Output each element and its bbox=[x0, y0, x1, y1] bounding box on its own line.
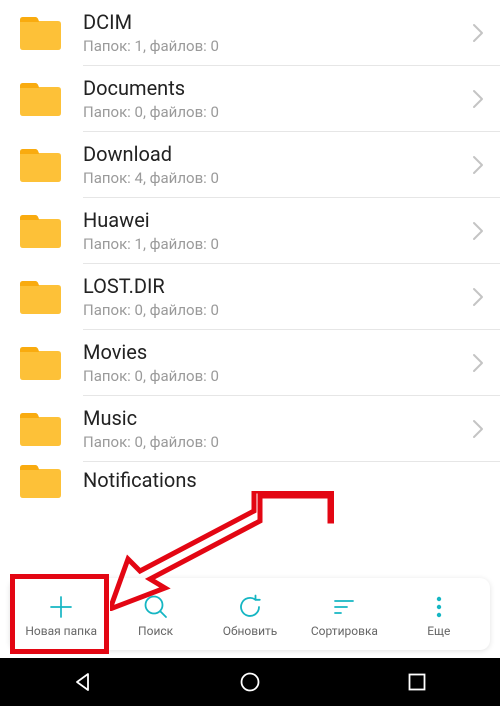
search-button[interactable]: Поиск bbox=[108, 592, 202, 637]
folder-icon bbox=[18, 80, 63, 118]
new-folder-button[interactable]: Новая папка bbox=[14, 592, 108, 637]
chevron-right-icon bbox=[472, 353, 484, 373]
home-button[interactable] bbox=[214, 658, 286, 706]
square-recents-icon bbox=[407, 672, 427, 692]
folder-row[interactable]: Huawei Папок: 1, файлов: 0 bbox=[0, 198, 500, 263]
folder-text: DCIM Папок: 1, файлов: 0 bbox=[83, 10, 464, 55]
folder-icon bbox=[18, 344, 63, 382]
folder-name: DCIM bbox=[83, 10, 464, 35]
back-button[interactable] bbox=[47, 658, 119, 706]
folder-row[interactable]: Notifications bbox=[0, 462, 500, 500]
folder-icon bbox=[18, 146, 63, 184]
folder-subtitle: Папок: 0, файлов: 0 bbox=[83, 103, 464, 121]
new-folder-label: Новая папка bbox=[25, 625, 97, 637]
folder-row[interactable]: LOST.DIR Папок: 0, файлов: 0 bbox=[0, 264, 500, 329]
chevron-right-icon bbox=[472, 155, 484, 175]
folder-row[interactable]: Download Папок: 4, файлов: 0 bbox=[0, 132, 500, 197]
folder-icon bbox=[18, 462, 63, 500]
system-navbar bbox=[0, 658, 500, 706]
folder-text: Huawei Папок: 1, файлов: 0 bbox=[83, 208, 464, 253]
folder-text: LOST.DIR Папок: 0, файлов: 0 bbox=[83, 274, 464, 319]
folder-subtitle: Папок: 0, файлов: 0 bbox=[83, 301, 464, 319]
search-label: Поиск bbox=[138, 625, 173, 637]
folder-icon bbox=[18, 212, 63, 250]
folder-name: Download bbox=[83, 142, 464, 167]
bottom-toolbar: Новая папка Поиск Обновить Сортировка Ещ… bbox=[10, 578, 490, 650]
file-list: DCIM Папок: 1, файлов: 0 Documents Папок: 0… bbox=[0, 0, 500, 612]
folder-row[interactable]: Movies Папок: 0, файлов: 0 bbox=[0, 330, 500, 395]
refresh-button[interactable]: Обновить bbox=[203, 592, 297, 637]
folder-subtitle: Папок: 4, файлов: 0 bbox=[83, 169, 464, 187]
triangle-back-icon bbox=[72, 671, 94, 693]
folder-subtitle: Папок: 0, файлов: 0 bbox=[83, 367, 464, 385]
folder-subtitle: Папок: 1, файлов: 0 bbox=[83, 235, 464, 253]
sort-label: Сортировка bbox=[311, 625, 378, 637]
recents-button[interactable] bbox=[381, 658, 453, 706]
folder-subtitle: Папок: 1, файлов: 0 bbox=[83, 37, 464, 55]
folder-icon bbox=[18, 410, 63, 448]
plus-icon bbox=[48, 592, 74, 622]
folder-text: Music Папок: 0, файлов: 0 bbox=[83, 406, 464, 451]
more-button[interactable]: Еще bbox=[392, 592, 486, 637]
folder-row[interactable]: Documents Папок: 0, файлов: 0 bbox=[0, 66, 500, 131]
folder-row[interactable]: Music Папок: 0, файлов: 0 bbox=[0, 396, 500, 461]
folder-text: Notifications bbox=[83, 468, 484, 493]
chevron-right-icon bbox=[472, 23, 484, 43]
folder-text: Documents Папок: 0, файлов: 0 bbox=[83, 76, 464, 121]
chevron-right-icon bbox=[472, 221, 484, 241]
chevron-right-icon bbox=[472, 419, 484, 439]
refresh-label: Обновить bbox=[223, 625, 278, 637]
search-icon bbox=[142, 592, 170, 622]
folder-name: Notifications bbox=[83, 468, 484, 493]
folder-name: Movies bbox=[83, 340, 464, 365]
folder-subtitle: Папок: 0, файлов: 0 bbox=[83, 433, 464, 451]
folder-icon bbox=[18, 14, 63, 52]
folder-row[interactable]: DCIM Папок: 1, файлов: 0 bbox=[0, 0, 500, 65]
chevron-right-icon bbox=[472, 89, 484, 109]
folder-name: Documents bbox=[83, 76, 464, 101]
more-icon bbox=[434, 592, 444, 622]
folder-name: LOST.DIR bbox=[83, 274, 464, 299]
refresh-icon bbox=[236, 592, 264, 622]
folder-text: Movies Папок: 0, файлов: 0 bbox=[83, 340, 464, 385]
more-label: Еще bbox=[427, 625, 450, 637]
sort-button[interactable]: Сортировка bbox=[297, 592, 391, 637]
folder-text: Download Папок: 4, файлов: 0 bbox=[83, 142, 464, 187]
folder-name: Huawei bbox=[83, 208, 464, 233]
circle-home-icon bbox=[239, 671, 261, 693]
sort-icon bbox=[331, 592, 357, 622]
folder-name: Music bbox=[83, 406, 464, 431]
folder-icon bbox=[18, 278, 63, 316]
chevron-right-icon bbox=[472, 287, 484, 307]
